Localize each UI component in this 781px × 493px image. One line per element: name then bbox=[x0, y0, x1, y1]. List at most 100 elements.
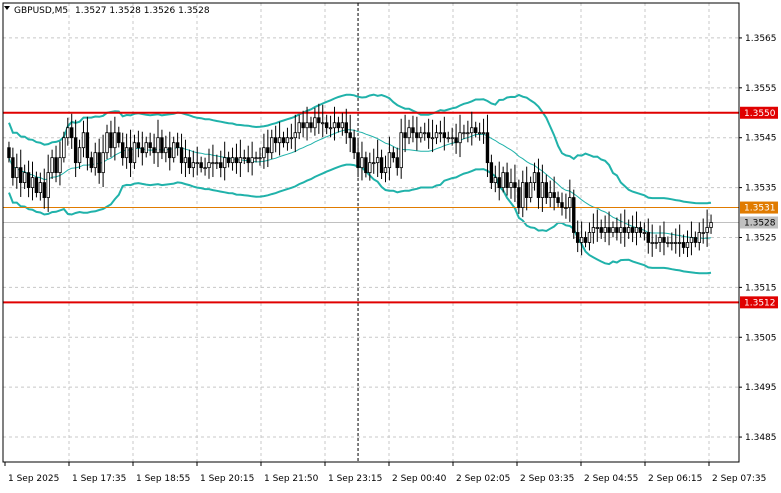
chart-header: GBPUSD,M5 1.3527 1.3528 1.3526 1.3528 bbox=[14, 6, 210, 16]
candle-bull bbox=[677, 242, 682, 244]
candle-bull bbox=[423, 132, 427, 135]
candle-bear bbox=[324, 122, 329, 129]
candle-bull bbox=[22, 172, 27, 184]
candle-bear bbox=[175, 142, 180, 149]
candle-bull bbox=[211, 162, 215, 165]
candle-bull bbox=[297, 122, 301, 134]
candle-bull bbox=[611, 227, 615, 233]
candle-bear bbox=[317, 117, 321, 124]
candle-bear bbox=[442, 132, 447, 139]
candle-bull bbox=[603, 227, 607, 233]
y-tick-label: 1.3525 bbox=[745, 233, 777, 243]
bollinger-lower bbox=[8, 163, 712, 275]
candle-bear bbox=[89, 157, 94, 169]
candle-bear bbox=[356, 152, 360, 169]
candle-bear bbox=[136, 142, 141, 149]
x-tick-label: 2 Sep 00:40 bbox=[392, 474, 447, 484]
candle-bear bbox=[121, 142, 125, 159]
candle-bear bbox=[426, 132, 431, 139]
candles bbox=[7, 103, 713, 258]
candle-bull bbox=[501, 172, 505, 188]
candle-bear bbox=[489, 162, 494, 184]
candle-bull bbox=[66, 127, 70, 139]
x-tick-label: 2 Sep 03:35 bbox=[520, 474, 574, 484]
candle-bull bbox=[383, 167, 388, 174]
candle-bull bbox=[654, 242, 658, 244]
candle-bear bbox=[348, 132, 352, 139]
bollinger-upper bbox=[8, 93, 712, 205]
candle-bull bbox=[81, 132, 86, 149]
candle-bear bbox=[352, 137, 356, 154]
candle-bull bbox=[254, 157, 258, 160]
candle-bear bbox=[266, 147, 270, 154]
candle-bull bbox=[387, 152, 392, 169]
candle-bull bbox=[230, 157, 235, 164]
candle-bear bbox=[168, 147, 172, 159]
candle-bear bbox=[630, 227, 635, 233]
x-tick-label: 2 Sep 04:55 bbox=[584, 474, 638, 484]
candle-bull bbox=[101, 152, 105, 174]
bollinger-bands bbox=[8, 93, 712, 275]
candle-bear bbox=[85, 132, 90, 159]
candle-bear bbox=[364, 157, 368, 174]
symbol-timeframe: GBPUSD,M5 bbox=[14, 6, 68, 16]
y-tick-label: 1.3505 bbox=[745, 333, 777, 343]
candle-bull bbox=[579, 237, 584, 243]
candle-bull bbox=[93, 152, 97, 169]
x-tick-label: 1 Sep 23:15 bbox=[328, 474, 382, 484]
candle-bear bbox=[152, 147, 156, 154]
candle-bull bbox=[360, 157, 364, 169]
ohlc-readout: 1.3527 1.3528 1.3526 1.3528 bbox=[75, 6, 210, 16]
y-tick-label: 1.3485 bbox=[745, 433, 777, 443]
candle-bull bbox=[481, 132, 486, 135]
candle-bear bbox=[544, 182, 549, 198]
candle-bull bbox=[289, 137, 294, 140]
candle-bull bbox=[446, 137, 450, 140]
candle-bull bbox=[332, 122, 337, 129]
candle-bull bbox=[587, 232, 592, 243]
candle-bull bbox=[548, 192, 552, 198]
candle-bear bbox=[497, 177, 501, 188]
candle-bull bbox=[430, 137, 435, 140]
candle-bull bbox=[38, 182, 43, 193]
candle-bull bbox=[434, 132, 439, 139]
candle-bear bbox=[454, 137, 458, 144]
candle-bull bbox=[470, 127, 474, 134]
candle-bear bbox=[552, 192, 556, 198]
candle-bull bbox=[540, 182, 545, 198]
candle-bear bbox=[187, 157, 192, 169]
candle-bear bbox=[301, 122, 305, 129]
candle-bull bbox=[144, 142, 148, 154]
candle-bull bbox=[595, 227, 599, 229]
candle-bear bbox=[309, 122, 313, 129]
candle-bear bbox=[34, 177, 39, 193]
candle-bear bbox=[97, 152, 101, 174]
level-price-label: 1.3528 bbox=[744, 219, 776, 229]
candle-bull bbox=[568, 197, 572, 208]
candle-bull bbox=[277, 137, 282, 144]
candle-bull bbox=[215, 162, 219, 165]
candle-bear bbox=[403, 132, 407, 139]
candle-bull bbox=[105, 132, 109, 154]
y-tick-label: 1.3555 bbox=[745, 84, 777, 94]
candle-bull bbox=[62, 137, 66, 159]
candle-bear bbox=[572, 197, 576, 233]
candle-bear bbox=[54, 157, 58, 174]
candle-bear bbox=[623, 227, 627, 233]
chart-canvas[interactable]: 1.3565 1.3555 1.3545 1.3535 1.3525 1.3515 1.35… bbox=[0, 0, 781, 489]
candle-bull bbox=[466, 132, 470, 135]
candle-bull bbox=[462, 132, 466, 135]
candle-bear bbox=[583, 237, 588, 243]
y-tick-label: 1.3565 bbox=[745, 34, 777, 44]
candle-bear bbox=[226, 157, 231, 164]
candle-bull bbox=[642, 232, 647, 234]
collapse-arrow-icon[interactable] bbox=[4, 6, 10, 10]
y-tick-label: 1.3515 bbox=[745, 283, 777, 293]
candle-bull bbox=[207, 162, 211, 169]
candle-bull bbox=[509, 182, 513, 188]
candle-bull bbox=[222, 157, 227, 169]
candle-bear bbox=[73, 137, 78, 164]
candle-bear bbox=[411, 127, 415, 134]
candle-bear bbox=[11, 157, 15, 179]
candle-bear bbox=[693, 237, 698, 243]
